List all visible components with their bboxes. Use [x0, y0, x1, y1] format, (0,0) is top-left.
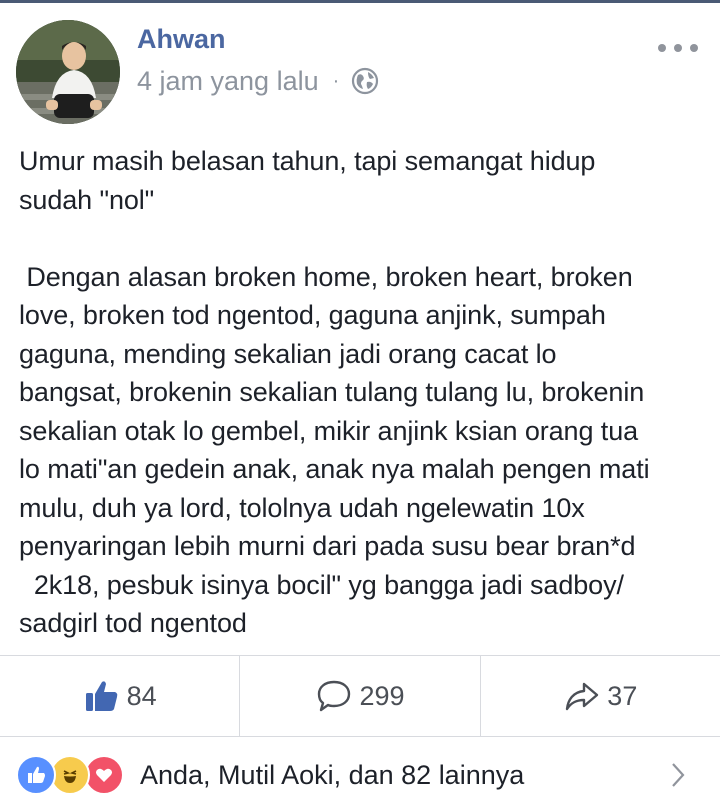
- divider: [0, 736, 720, 737]
- like-button[interactable]: 84: [0, 656, 239, 736]
- more-options-icon[interactable]: [658, 38, 698, 58]
- love-reaction-icon: [84, 755, 124, 795]
- action-bar: 84 299 37: [0, 656, 720, 736]
- comment-count: 299: [359, 680, 405, 711]
- like-count: 84: [126, 680, 157, 711]
- reactions-row[interactable]: Anda, Mutil Aoki, dan 82 lainnya: [16, 748, 524, 802]
- top-border: [0, 0, 720, 3]
- haha-reaction-icon: [50, 755, 90, 795]
- avatar[interactable]: [16, 20, 120, 124]
- chevron-right-icon[interactable]: [670, 761, 686, 789]
- comment-button[interactable]: 299: [239, 656, 479, 736]
- share-button[interactable]: 37: [479, 656, 720, 736]
- like-reaction-icon: [16, 755, 56, 795]
- share-icon: [563, 678, 601, 714]
- share-count: 37: [607, 680, 638, 711]
- reactions-summary[interactable]: Anda, Mutil Aoki, dan 82 lainnya: [140, 760, 524, 791]
- comment-icon: [315, 678, 353, 714]
- meta-separator: ·: [332, 69, 340, 92]
- timestamp[interactable]: 4 jam yang lalu: [137, 66, 319, 97]
- thumbs-up-icon: [83, 678, 121, 714]
- post-meta: 4 jam yang lalu ·: [137, 63, 379, 99]
- post-text: Umur masih belasan tahun, tapi semangat …: [19, 146, 650, 638]
- globe-icon[interactable]: [351, 67, 379, 95]
- author-name[interactable]: Ahwan: [137, 24, 226, 55]
